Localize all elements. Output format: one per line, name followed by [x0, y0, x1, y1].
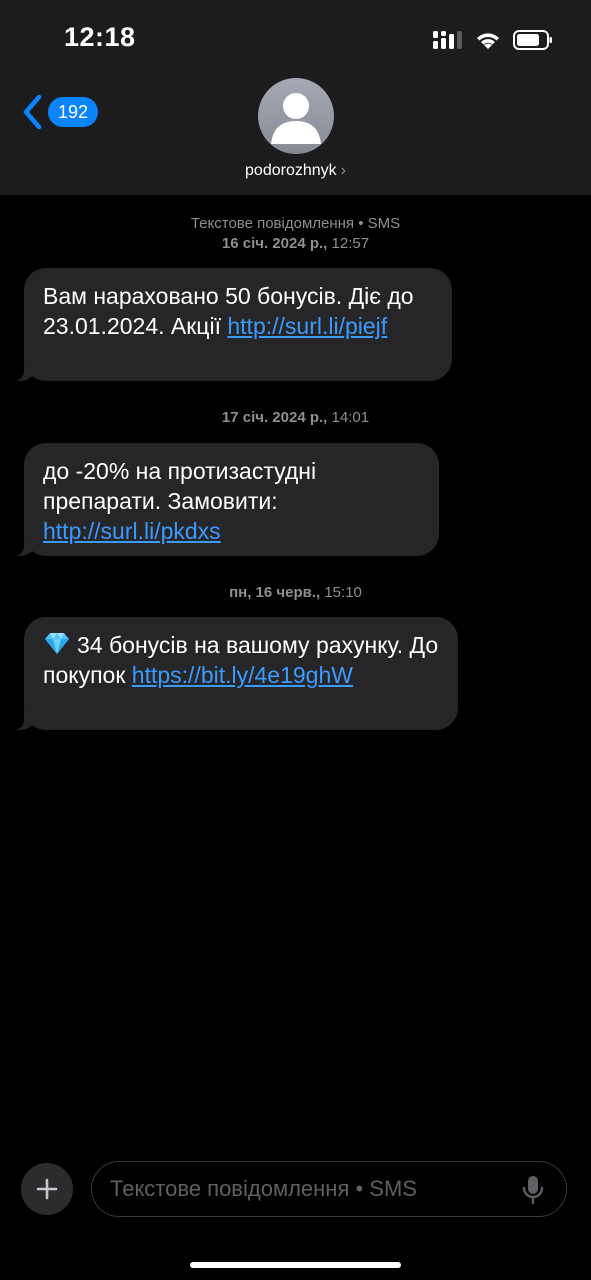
message-link[interactable]: http://surl.li/pkdxs — [43, 518, 221, 544]
message-timestamp: 17 січ. 2024 р., 14:01 — [221, 409, 370, 426]
chevron-right-icon: › — [340, 162, 346, 179]
message-composer — [91, 1161, 567, 1217]
gem-icon — [45, 633, 69, 654]
battery-icon — [513, 30, 552, 50]
status-icons — [433, 28, 553, 52]
contact-avatar[interactable] — [258, 78, 334, 154]
message-bubble[interactable]: Вам нараховано 50 бонусів. Діє до 23.01.… — [10, 268, 452, 381]
message-input[interactable] — [110, 1162, 510, 1215]
message-bubble[interactable]: 34 бонусів на вашому рахунку. До покупок… — [10, 617, 458, 730]
add-attachment-button[interactable] — [21, 1163, 73, 1215]
chevron-left-icon — [23, 94, 42, 130]
message-link[interactable]: https://bit.ly/4e19ghW — [132, 662, 353, 688]
cellular-signal-icon — [433, 31, 462, 49]
status-time: 12:18 — [64, 22, 136, 52]
contact-name-label: podorozhnyk — [245, 162, 337, 179]
microphone-icon[interactable] — [522, 1175, 544, 1205]
back-button[interactable]: 192 — [22, 94, 99, 130]
message-timestamp: пн, 16 черв., 15:10 — [229, 584, 362, 601]
plus-icon — [36, 1178, 58, 1200]
message-service-label: Текстове повідомлення • SMS 16 січ. 2024… — [0, 214, 591, 254]
message-text: до -20% на протизастудні препарати. Замо… — [43, 458, 317, 514]
wifi-icon — [477, 33, 499, 49]
unread-count-badge: 192 — [48, 97, 99, 127]
message-timestamp: 16 січ. 2024 р., 12:57 — [221, 235, 370, 252]
contact-name[interactable]: podorozhnyk › — [0, 162, 591, 180]
service-label: Текстове повідомлення • SMS — [190, 215, 401, 232]
person-icon — [271, 93, 321, 144]
message-bubble[interactable]: до -20% на протизастудні препарати. Замо… — [10, 443, 439, 556]
message-link[interactable]: http://surl.li/piejf — [227, 313, 387, 339]
home-indicator[interactable] — [190, 1262, 401, 1268]
